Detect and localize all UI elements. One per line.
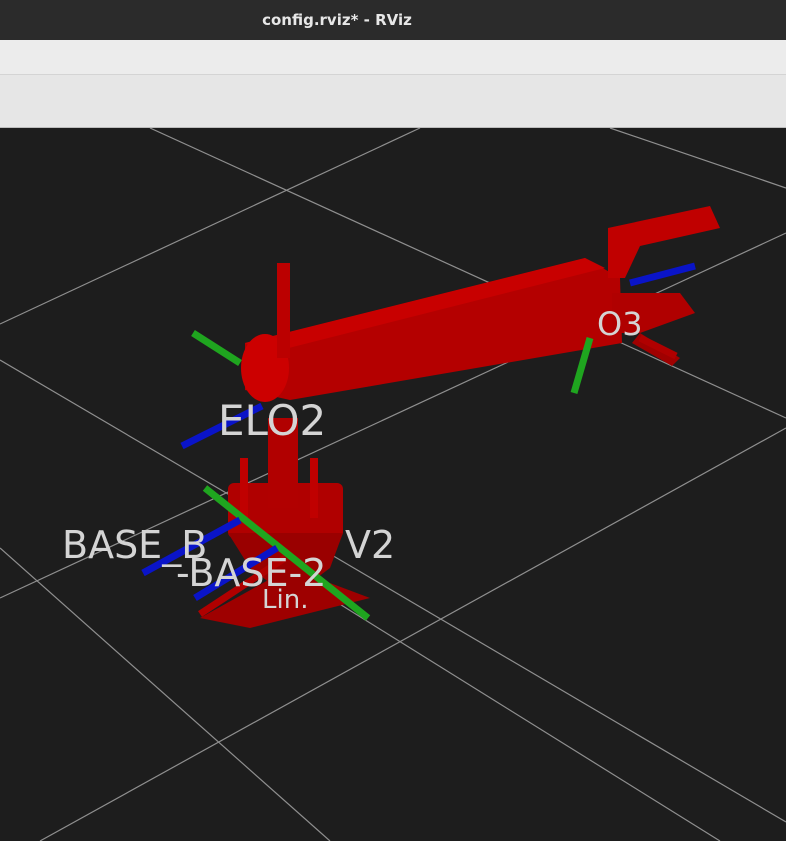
axis-y-elbow bbox=[191, 330, 242, 366]
tools-toolbar[interactable] bbox=[0, 75, 786, 128]
scene-canvas: ELO2 O3 BASE_B V2 -BASE-2 Lin. bbox=[0, 128, 786, 841]
grid-line bbox=[329, 597, 721, 841]
axis-z-wrist bbox=[629, 262, 696, 287]
grid-line bbox=[609, 128, 786, 189]
title-bar[interactable]: config.rviz* - RViz bbox=[0, 0, 786, 40]
frame-label-elbow: ELO2 bbox=[218, 396, 326, 445]
grid-line bbox=[39, 427, 786, 841]
gripper-upper-jaw bbox=[608, 206, 720, 278]
robot-upper-arm bbox=[241, 258, 622, 402]
rviz-window: config.rviz* - RViz ELO2 O3 BASE_B V2 -B… bbox=[0, 0, 786, 841]
grid-line bbox=[0, 128, 421, 325]
frame-label-wrist: O3 bbox=[597, 305, 643, 343]
3d-render-viewport[interactable]: ELO2 O3 BASE_B V2 -BASE-2 Lin. bbox=[0, 128, 786, 841]
base-rib-right bbox=[310, 458, 318, 518]
menu-bar[interactable] bbox=[0, 40, 786, 75]
shoulder-post bbox=[277, 263, 290, 358]
frame-label-base-v2: V2 bbox=[345, 523, 395, 567]
window-title: config.rviz* - RViz bbox=[262, 11, 412, 29]
frame-label-base-dup-tail: Lin. bbox=[262, 585, 308, 615]
grid-line bbox=[0, 359, 786, 823]
base-rib-left bbox=[240, 458, 248, 518]
